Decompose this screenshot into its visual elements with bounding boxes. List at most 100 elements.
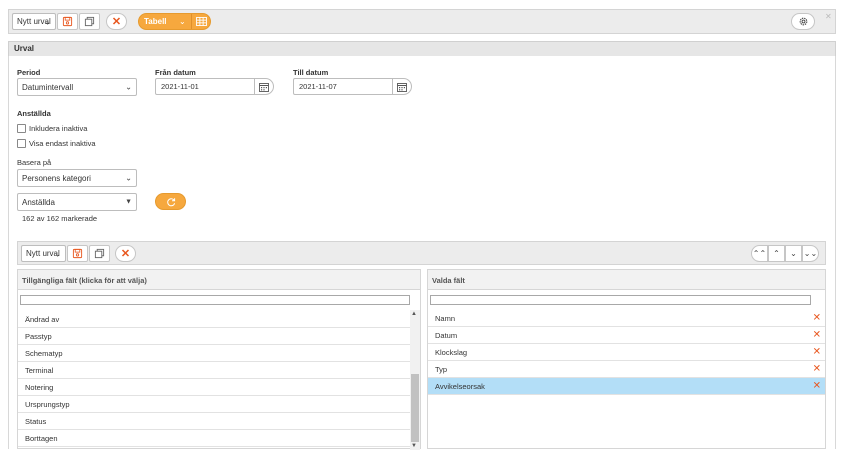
fields-toolbar: Nytt urval ⌄ ✕ ⌃⌃ ⌃ ⌄ ⌄⌄ bbox=[17, 241, 826, 265]
fields-copy-button[interactable] bbox=[89, 245, 110, 262]
from-date-label: Från datum bbox=[155, 68, 196, 77]
available-field-label: Ursprungstyp bbox=[25, 399, 70, 409]
available-field-label: Status bbox=[25, 416, 47, 426]
selected-field-label: Namn bbox=[435, 313, 456, 323]
refresh-icon bbox=[166, 197, 175, 206]
to-date-input[interactable]: 2021-11-07 bbox=[293, 78, 393, 95]
employees-select[interactable]: Anställda ▼ bbox=[17, 193, 137, 211]
view-selector-value: Tabell bbox=[144, 17, 167, 26]
show-only-inactive-checkbox[interactable] bbox=[17, 139, 26, 148]
gear-icon bbox=[799, 17, 807, 26]
clear-button[interactable]: ✕ bbox=[106, 13, 127, 30]
save-icon bbox=[72, 248, 83, 259]
period-select-value: Datumintervall bbox=[22, 82, 74, 92]
top-toolbar: Nytt urval ⌄ ✕ Tabell ⌄ bbox=[8, 9, 836, 34]
available-field-item[interactable]: Passtyp bbox=[18, 328, 410, 345]
remove-field-icon[interactable]: ✕ bbox=[813, 347, 821, 358]
available-field-item[interactable]: Borttagen bbox=[18, 430, 410, 447]
fields-clear-button[interactable]: ✕ bbox=[115, 245, 136, 262]
from-date-calendar-button[interactable] bbox=[254, 78, 274, 95]
close-icon: ✕ bbox=[111, 16, 122, 28]
refresh-button[interactable] bbox=[155, 193, 186, 210]
selected-field-item[interactable]: Avvikelseorsak ✕ bbox=[428, 378, 825, 395]
available-field-item[interactable]: Ändrad av bbox=[18, 311, 410, 328]
include-inactive-label: Inkludera inaktiva bbox=[29, 124, 88, 133]
selection-dropdown[interactable]: Nytt urval ⌄ bbox=[12, 13, 56, 30]
selected-field-label: Avvikelseorsak bbox=[435, 381, 485, 391]
employees-select-value: Anställda bbox=[22, 197, 55, 207]
caret-down-icon: ▼ bbox=[125, 198, 132, 206]
chevron-down-icon: ⌄ bbox=[44, 17, 51, 26]
selected-field-label: Datum bbox=[435, 330, 458, 340]
chevron-up-icon: ⌃ bbox=[773, 249, 780, 258]
close-icon[interactable]: ✕ bbox=[825, 12, 832, 21]
copy-icon bbox=[84, 16, 95, 27]
selected-field-item[interactable]: Namn ✕ bbox=[428, 310, 825, 327]
selected-field-label: Klockslag bbox=[435, 347, 468, 357]
remove-field-icon[interactable]: ✕ bbox=[813, 330, 821, 341]
remove-field-icon[interactable]: ✕ bbox=[813, 364, 821, 375]
employees-label: Anställda bbox=[17, 109, 51, 118]
scroll-down-icon[interactable]: ▼ bbox=[411, 443, 417, 449]
available-field-item[interactable]: Ursprungstyp bbox=[18, 396, 410, 413]
show-only-inactive-label: Visa endast inaktiva bbox=[29, 139, 96, 148]
available-field-item[interactable]: Status bbox=[18, 413, 410, 430]
available-field-item[interactable]: Notering bbox=[18, 379, 410, 396]
period-label: Period bbox=[17, 68, 41, 77]
available-scrollbar[interactable]: ▲ ▼ bbox=[410, 310, 420, 450]
available-fields-panel: Tillgängliga fält (klicka för att välja)… bbox=[17, 269, 421, 450]
selected-field-item[interactable]: Typ ✕ bbox=[428, 361, 825, 378]
save-icon bbox=[62, 16, 73, 27]
chevron-down-icon: ⌄ bbox=[54, 249, 61, 258]
calendar-icon bbox=[259, 82, 269, 92]
from-date-input[interactable]: 2021-11-01 bbox=[155, 78, 255, 95]
selected-field-item[interactable]: Klockslag ✕ bbox=[428, 344, 825, 361]
fields-selection-dropdown[interactable]: Nytt urval ⌄ bbox=[21, 245, 66, 262]
move-bottom-button[interactable]: ⌄⌄ bbox=[802, 245, 819, 262]
available-field-label: Borttagen bbox=[25, 433, 58, 443]
copy-button[interactable] bbox=[79, 13, 100, 30]
available-field-label: Ändrad av bbox=[25, 314, 60, 324]
move-up-button[interactable]: ⌃ bbox=[768, 245, 785, 262]
chevron-down-icon: ⌄ bbox=[790, 249, 797, 258]
available-field-label: Notering bbox=[25, 382, 54, 392]
remove-field-icon[interactable]: ✕ bbox=[813, 381, 821, 392]
urval-header: Urval bbox=[8, 41, 836, 56]
copy-icon bbox=[94, 248, 105, 259]
selected-fields-panel: Valda fält Namn ✕ Datum ✕ Klockslag ✕ Typ ✕ Avvi… bbox=[427, 269, 826, 449]
include-inactive-checkbox[interactable] bbox=[17, 124, 26, 133]
double-chevron-up-icon: ⌃⌃ bbox=[752, 249, 767, 258]
scroll-up-icon[interactable]: ▲ bbox=[411, 311, 417, 317]
chevron-down-icon: ⌄ bbox=[125, 173, 132, 183]
selected-field-label: Typ bbox=[435, 364, 448, 374]
scrollbar-thumb[interactable] bbox=[411, 374, 419, 442]
selected-fields-filter-input[interactable] bbox=[430, 295, 811, 305]
move-top-button[interactable]: ⌃⌃ bbox=[751, 245, 768, 262]
selected-fields-header: Valda fält bbox=[428, 270, 825, 290]
available-field-label: Terminal bbox=[25, 365, 54, 375]
available-field-item[interactable]: Terminal bbox=[18, 362, 410, 379]
settings-button[interactable] bbox=[791, 13, 815, 30]
available-field-item[interactable]: Schematyp bbox=[18, 345, 410, 362]
to-date-label: Till datum bbox=[293, 68, 329, 77]
fields-save-button[interactable] bbox=[67, 245, 88, 262]
close-icon: ✕ bbox=[120, 248, 131, 260]
available-field-label: Schematyp bbox=[25, 348, 63, 358]
remove-field-icon[interactable]: ✕ bbox=[813, 313, 821, 324]
to-date-calendar-button[interactable] bbox=[392, 78, 412, 95]
period-select[interactable]: Datumintervall ⌄ bbox=[17, 78, 137, 96]
selected-field-item[interactable]: Datum ✕ bbox=[428, 327, 825, 344]
available-field-label: Passtyp bbox=[25, 331, 52, 341]
save-button[interactable] bbox=[57, 13, 78, 30]
grid-view-button[interactable] bbox=[192, 17, 210, 26]
calendar-icon bbox=[397, 82, 407, 92]
move-down-button[interactable]: ⌄ bbox=[785, 245, 802, 262]
view-selector[interactable]: Tabell ⌄ bbox=[138, 13, 211, 30]
grid-icon bbox=[195, 17, 207, 26]
base-on-select-value: Personens kategori bbox=[22, 173, 91, 183]
available-fields-filter-input[interactable] bbox=[20, 295, 410, 305]
base-on-label: Basera på bbox=[17, 158, 52, 167]
marked-count: 162 av 162 markerade bbox=[22, 214, 98, 223]
chevron-down-icon: ⌄ bbox=[125, 82, 132, 92]
base-on-select[interactable]: Personens kategori ⌄ bbox=[17, 169, 137, 187]
